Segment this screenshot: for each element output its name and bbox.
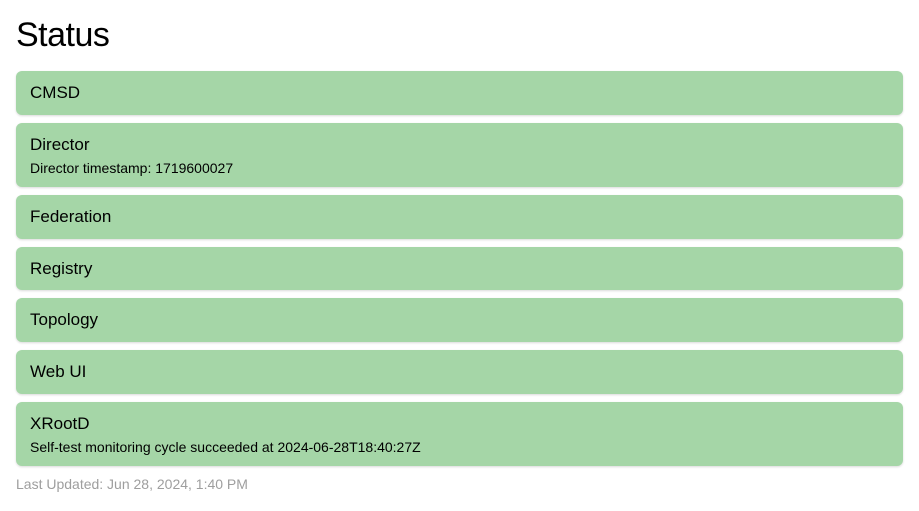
status-card-title: Topology [30,308,889,332]
status-card-title: CMSD [30,81,889,105]
status-card-director[interactable]: Director Director timestamp: 1719600027 [16,123,903,187]
status-card-topology[interactable]: Topology [16,298,903,342]
status-card-federation[interactable]: Federation [16,195,903,239]
page-title: Status [16,16,903,55]
status-card-title: Registry [30,257,889,281]
status-card-detail: Director timestamp: 1719600027 [30,159,889,177]
last-updated-text: Last Updated: Jun 28, 2024, 1:40 PM [16,476,903,492]
status-card-webui[interactable]: Web UI [16,350,903,394]
status-card-title: Federation [30,205,889,229]
status-card-registry[interactable]: Registry [16,247,903,291]
status-card-title: XRootD [30,412,889,436]
status-card-xrootd[interactable]: XRootD Self-test monitoring cycle succee… [16,402,903,466]
status-card-title: Web UI [30,360,889,384]
status-card-title: Director [30,133,889,157]
status-card-detail: Self-test monitoring cycle succeeded at … [30,438,889,456]
status-list: CMSD Director Director timestamp: 171960… [16,71,903,466]
status-card-cmsd[interactable]: CMSD [16,71,903,115]
